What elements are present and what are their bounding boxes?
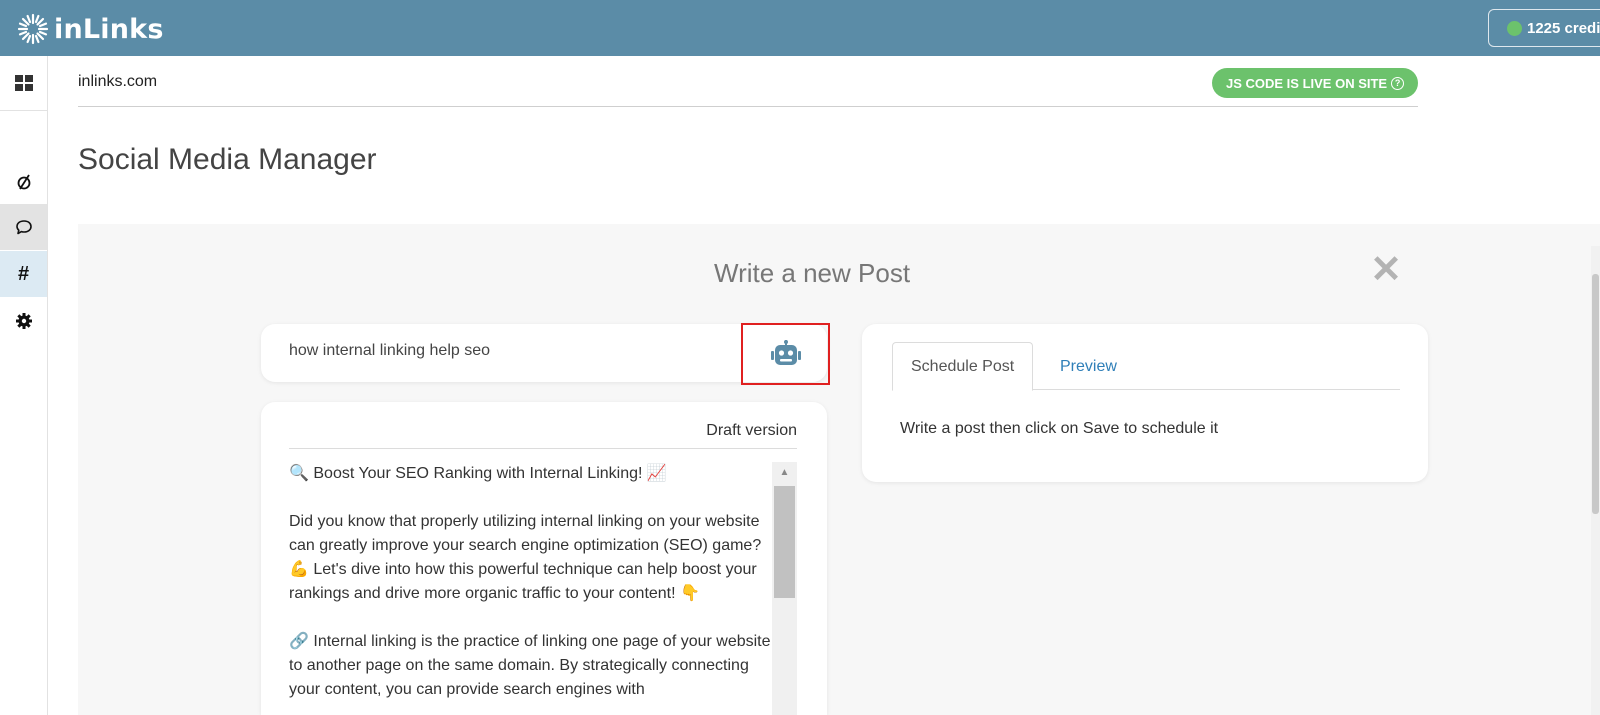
schedule-tabs: Schedule Post Preview: [892, 342, 1400, 391]
sidebar-item-hashtags[interactable]: #: [0, 251, 47, 297]
chat-bubble-icon: [15, 220, 32, 235]
sidebar-item-dashboard[interactable]: [0, 60, 47, 106]
credits-button[interactable]: 1225 credits: [1488, 9, 1600, 47]
page-scrollbar[interactable]: [1591, 246, 1600, 715]
draft-version-label: Draft version: [706, 422, 797, 439]
credits-label: 1225 credits: [1527, 19, 1600, 37]
top-bar: inLinks 1225 credits: [0, 0, 1600, 56]
js-live-badge[interactable]: JS CODE IS LIVE ON SITE ?: [1212, 68, 1419, 98]
js-live-label: JS CODE IS LIVE ON SITE: [1226, 75, 1388, 91]
page-scroll-thumb[interactable]: [1592, 274, 1599, 514]
tab-preview[interactable]: Preview: [1042, 342, 1135, 391]
generate-post-button[interactable]: [741, 323, 830, 385]
modal-title: Write a new Post: [714, 258, 911, 288]
header-divider: [78, 106, 1418, 107]
robot-icon: [770, 340, 801, 365]
sidebar-item-links[interactable]: [0, 159, 47, 205]
sidebar-item-settings[interactable]: [0, 298, 47, 344]
help-icon: ?: [1391, 76, 1405, 90]
site-selector[interactable]: inlinks.com: [78, 73, 157, 91]
draft-card: Draft version 🔍 Boost Your SEO Ranking w…: [261, 402, 827, 715]
sidebar: #: [0, 56, 48, 715]
scroll-up-icon[interactable]: ▲: [772, 464, 797, 482]
draft-textarea[interactable]: 🔍 Boost Your SEO Ranking with Internal L…: [289, 462, 771, 702]
sidebar-item-social[interactable]: [0, 204, 47, 250]
credits-status-dot: [1507, 20, 1522, 36]
page-title: Social Media Manager: [78, 143, 377, 176]
sunburst-logo-icon: [17, 13, 49, 45]
brand-logo[interactable]: inLinks: [16, 12, 164, 46]
scroll-thumb[interactable]: [774, 486, 795, 598]
hashtag-icon: #: [17, 262, 30, 285]
schedule-card: Schedule Post Preview Write a post then …: [862, 324, 1428, 482]
ring-slash-icon: [17, 174, 30, 190]
tab-schedule-post[interactable]: Schedule Post: [892, 342, 1034, 391]
draft-divider: [289, 448, 797, 449]
sidebar-divider: [0, 110, 47, 111]
draft-scrollbar[interactable]: ▲: [772, 462, 797, 715]
dashboard-icon: [14, 75, 33, 91]
close-icon[interactable]: ✕: [1368, 251, 1404, 289]
prompt-input[interactable]: [289, 342, 729, 360]
schedule-message: Write a post then click on Save to sched…: [900, 420, 1219, 437]
gear-icon: [15, 313, 32, 329]
prompt-card: [261, 323, 830, 385]
brand-name: inLinks: [54, 13, 164, 45]
